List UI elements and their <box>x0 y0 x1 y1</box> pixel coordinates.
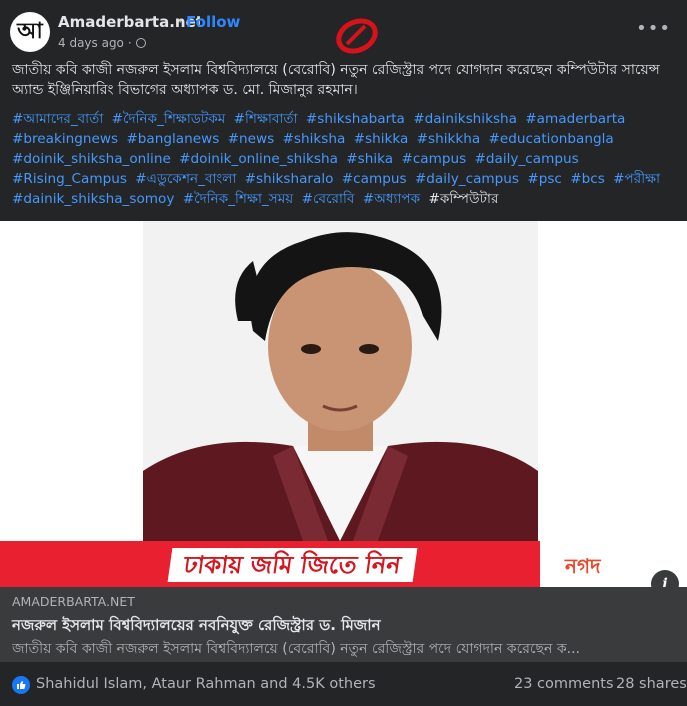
more-options-button[interactable]: ••• <box>636 18 671 39</box>
reaction-names[interactable]: Shahidul Islam, Ataur Rahman and 4.5K ot… <box>36 676 376 692</box>
hashtag-link[interactable]: #banglanews <box>126 131 219 147</box>
hashtag-link[interactable]: #dainikshiksha <box>413 111 517 127</box>
link-title[interactable]: নজরুল ইসলাম বিশ্ববিদ্যালয়ের নবনিযুক্ত র… <box>12 614 381 639</box>
hashtag-link[interactable]: #shiksha <box>283 131 346 147</box>
portrait-illustration <box>143 221 538 541</box>
meta-separator: · <box>127 36 132 50</box>
link-preview-image[interactable]: ঢাকায় জমি জিতে নিন নগদ <box>0 221 687 587</box>
post-meta: 4 days ago · <box>58 36 146 50</box>
post-header: আ Amaderbarta.net · Follow 4 days ago · … <box>0 0 687 56</box>
hashtag-link[interactable]: #news <box>228 131 275 147</box>
link-domain: AMADERBARTA.NET <box>12 594 135 609</box>
hashtag-link[interactable]: #আমাদের_বার্তা <box>12 111 103 127</box>
banner-headline: ঢাকায় জমি জিতে নিন <box>167 548 418 582</box>
hashtag-link[interactable]: #doinik_online_shiksha <box>179 151 338 167</box>
facebook-post: আ Amaderbarta.net · Follow 4 days ago · … <box>0 0 687 706</box>
hashtag-link[interactable]: #bcs <box>570 171 605 187</box>
hashtag-link[interactable]: #campus <box>401 151 466 167</box>
hashtag-link[interactable]: #shikkha <box>417 131 481 147</box>
hashtag-link[interactable]: #বেরোবি <box>302 191 355 207</box>
hashtag-link[interactable]: #amaderbarta <box>525 111 625 127</box>
hashtag-link[interactable]: #campus <box>342 171 407 187</box>
hashtag-link[interactable]: #shiksharalo <box>245 171 334 187</box>
post-caption: জাতীয় কবি কাজী নজরুল ইসলাম বিশ্ববিদ্যাল… <box>12 62 660 98</box>
hashtag-link[interactable]: #daily_campus <box>415 171 519 187</box>
link-card[interactable]: AMADERBARTA.NET নজরুল ইসলাম বিশ্ববিদ্যাল… <box>0 587 687 662</box>
hashtag-link[interactable]: #shika <box>346 151 393 167</box>
reactions-bar: Shahidul Islam, Ataur Rahman and 4.5K ot… <box>0 662 687 706</box>
hashtag-plain: #কম্পিউটার <box>428 191 499 207</box>
link-description: জাতীয় কবি কাজী নজরুল ইসলাম বিশ্ববিদ্যাল… <box>12 641 580 657</box>
hashtag-link[interactable]: #breakingnews <box>12 131 118 147</box>
like-reaction-icon[interactable] <box>12 676 30 694</box>
shares-count[interactable]: 28 shares <box>616 676 687 692</box>
hashtag-link[interactable]: #দৈনিক_শিক্ষাডটকম <box>112 111 226 127</box>
name-separator: · <box>178 13 183 31</box>
hashtag-link[interactable]: #dainik_shiksha_somoy <box>12 191 174 207</box>
brand-logo-icon <box>336 18 378 54</box>
hashtag-link[interactable]: #দৈনিক_শিক্ষা_সময় <box>183 191 294 207</box>
hashtag-link[interactable]: #অধ্যাপক <box>363 191 420 207</box>
hashtag-link[interactable]: #shikka <box>354 131 409 147</box>
page-avatar[interactable]: আ <box>10 12 50 52</box>
hashtag-link[interactable]: #psc <box>527 171 562 187</box>
hashtag-link[interactable]: #এডুকেশন_বাংলা <box>135 171 236 187</box>
post-time[interactable]: 4 days ago <box>58 36 124 50</box>
hashtag-link[interactable]: #doinik_shiksha_online <box>12 151 171 167</box>
hashtag-link[interactable]: #Rising_Campus <box>12 171 127 187</box>
hashtag-link[interactable]: #educationbangla <box>489 131 614 147</box>
hashtag-list: #আমাদের_বার্তা #দৈনিক_শিক্ষাডটকম #শিক্ষা… <box>12 109 680 209</box>
hashtag-link[interactable]: #shikshabarta <box>306 111 405 127</box>
portrait-photo <box>143 221 538 541</box>
hashtag-link[interactable]: #শিক্ষাবার্তা <box>234 111 298 127</box>
follow-button[interactable]: Follow <box>186 13 240 31</box>
globe-icon <box>135 38 146 48</box>
nagad-logo: নগদ <box>565 554 601 578</box>
comments-count[interactable]: 23 comments <box>514 676 614 692</box>
hashtag-link[interactable]: #পরীক্ষা <box>613 171 660 187</box>
hashtag-link[interactable]: #daily_campus <box>475 151 579 167</box>
